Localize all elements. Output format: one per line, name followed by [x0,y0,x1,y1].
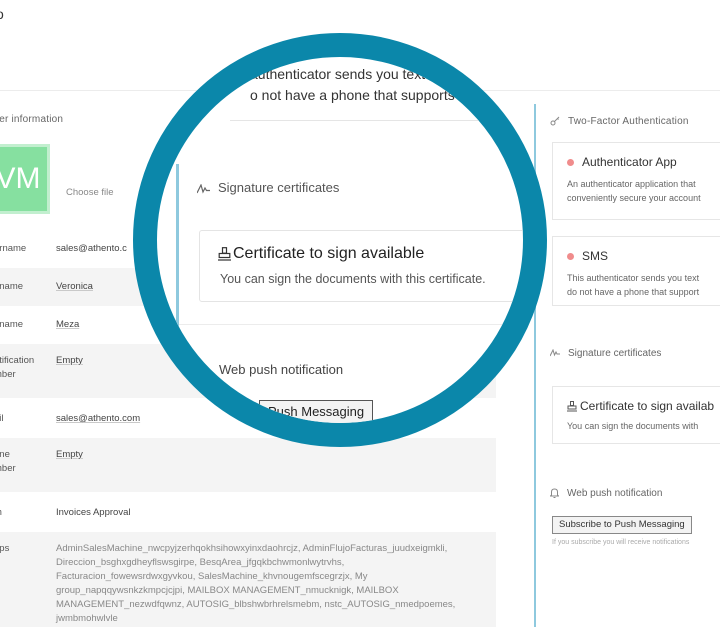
magnified-subscribe-button[interactable]: Push Messaging [259,400,374,423]
bell-icon [550,488,559,499]
field-value[interactable]: Empty [56,354,83,368]
web-push-title-text: Web push notification [567,488,663,499]
certificate-title: Certificate to sign availab [567,399,714,413]
field-label: ntification mber [0,354,56,382]
field-label: ail [0,413,4,424]
key-icon [550,117,560,126]
certificate-card: Certificate to sign availab You can sign… [552,386,720,444]
signature-icon [197,183,210,194]
magnified-line: authenticator sends you text m [250,66,441,82]
field-label-line: mber [0,463,16,474]
field-label: ername [0,243,27,254]
desc-line: This authenticator sends you text [567,273,700,283]
magnified-signature-panel: Signature certificates Certificate to si… [176,164,523,423]
field-row-groups: ups AdminSalesMachine_nwcpyjzerhqokhsiho… [0,532,496,627]
magnified-separator [179,324,523,325]
groups-list: AdminSalesMachine_nwcpyjzerhqokhsihowxyi… [56,543,456,624]
field-row-team: m Invoices Approval [0,492,496,532]
certificate-title-text: Certificate to sign availab [580,399,715,413]
sms-desc: This authenticator sends you text do not … [567,271,720,299]
stamp-icon [218,246,231,261]
field-value[interactable]: sales@athento.com [56,412,140,426]
two-factor-title-text: Two-Factor Authentication [568,116,689,127]
field-value[interactable]: Meza [56,318,79,332]
magnified-certificate-desc: You can sign the documents with this cer… [220,272,486,286]
desc-line: do not have a phone that support [567,287,700,297]
magnified-divider [230,120,523,121]
field-label-line: ntification [0,355,35,366]
field-value: Invoices Approval [56,507,131,518]
authenticator-app-title-text: Authenticator App [582,155,677,169]
field-value: sales@athento.c [56,243,127,254]
magnified-sms-desc: authenticator sends you text m o not hav… [250,64,494,106]
field-label: ups [0,543,10,554]
subscribe-push-button[interactable]: Subscribe to Push Messaging [552,516,692,534]
certificate-desc: You can sign the documents with [567,421,699,431]
status-dot-icon [567,159,574,167]
magnified-certificate-title: Certificate to sign available [218,245,424,263]
magnified-signature-title: Signature certificates [197,180,339,195]
magnified-certificate-card: Certificate to sign available You can si… [199,230,523,302]
top-bar-fragment: o [0,6,4,22]
magnified-web-push-title: Web push notification [219,362,344,377]
field-value[interactable]: Veronica [56,280,93,294]
signature-title-text: Signature certificates [568,348,662,359]
sms-title-text: SMS [582,249,609,263]
magnified-certificate-title-text: Certificate to sign available [233,245,425,262]
desc-line: An authenticator application that [567,179,696,189]
field-label: t name [0,319,24,330]
stamp-icon [567,401,577,412]
field-label-line: one [0,449,10,460]
sms-title: SMS [567,249,608,263]
web-push-panel: Web push notification Subscribe to Push … [534,478,720,568]
field-row-phone-number: one mber Empty [0,438,496,492]
two-factor-title: Two-Factor Authentication [550,116,689,127]
push-note: If you subscribe you will receive notifi… [552,539,690,546]
magnified-line: o not have a phone that supports an au [250,87,494,103]
magnifier-lens: authenticator sends you text m o not hav… [133,33,547,447]
status-dot-icon [567,253,574,261]
magnified-content: authenticator sends you text m o not hav… [157,57,523,423]
authenticator-app-card[interactable]: Authenticator App An authenticator appli… [552,142,720,220]
magnified-signature-title-text: Signature certificates [218,180,340,195]
signature-icon [550,349,560,357]
web-push-title: Web push notification [550,488,662,499]
signature-certificates-title: Signature certificates [550,348,661,359]
field-label: m [0,506,56,520]
field-label: one mber [0,448,56,476]
field-value[interactable]: Empty [56,448,83,462]
desc-line: conveniently secure your account [567,193,701,203]
authenticator-app-title: Authenticator App [567,155,677,169]
avatar[interactable]: VM [0,144,50,214]
sms-card[interactable]: SMS This authenticator sends you text do … [552,236,720,306]
choose-file-button[interactable]: Choose file [66,187,114,198]
user-information-title: ser information [0,114,64,125]
field-label-line: mber [0,369,16,380]
authenticator-app-desc: An authenticator application that conveni… [567,177,720,205]
field-label: t name [0,281,24,292]
